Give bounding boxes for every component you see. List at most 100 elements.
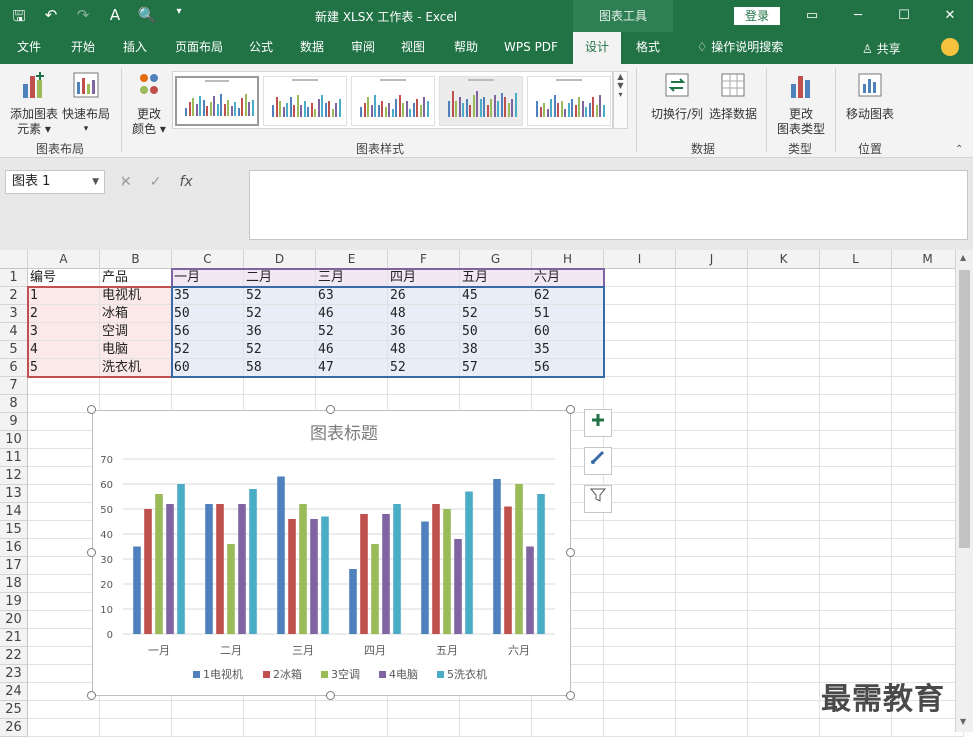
sheet-cell[interactable] — [748, 449, 820, 467]
sheet-cell[interactable] — [820, 539, 892, 557]
row-header[interactable]: 19 — [0, 593, 28, 611]
sheet-cell[interactable] — [172, 719, 244, 737]
sheet-cell[interactable] — [748, 341, 820, 359]
sheet-cell[interactable] — [748, 377, 820, 395]
chart-style-1[interactable] — [175, 76, 259, 126]
sheet-cell[interactable] — [892, 287, 964, 305]
sheet-cell[interactable] — [820, 557, 892, 575]
sheet-cell[interactable] — [820, 521, 892, 539]
sheet-cell[interactable] — [28, 557, 100, 575]
tab-view[interactable]: 视图 — [392, 32, 434, 64]
sheet-cell[interactable] — [604, 485, 676, 503]
column-header[interactable]: E — [316, 250, 388, 269]
sheet-cell[interactable] — [676, 269, 748, 287]
column-header[interactable]: J — [676, 250, 748, 269]
sheet-cell[interactable] — [748, 647, 820, 665]
add-chart-element-button[interactable]: 添加图表 元素 ▾ — [6, 70, 62, 137]
sheet-cell[interactable] — [604, 719, 676, 737]
sheet-cell[interactable] — [892, 377, 964, 395]
sheet-cell[interactable] — [676, 557, 748, 575]
tab-file[interactable]: 文件 — [6, 32, 52, 64]
chart-styles-button[interactable] — [584, 447, 612, 475]
scrollbar-thumb[interactable] — [959, 270, 970, 548]
row-header[interactable]: 2 — [0, 287, 28, 305]
sheet-cell[interactable] — [748, 359, 820, 377]
login-button[interactable]: 登录 — [734, 7, 780, 25]
row-header[interactable]: 23 — [0, 665, 28, 683]
sheet-cell[interactable] — [820, 377, 892, 395]
sheet-cell[interactable] — [748, 665, 820, 683]
vertical-scrollbar[interactable]: ▲ ▼ — [955, 250, 973, 732]
sheet-cell[interactable] — [604, 575, 676, 593]
sheet-cell[interactable] — [892, 305, 964, 323]
sheet-cell[interactable] — [820, 611, 892, 629]
resize-handle[interactable] — [326, 405, 335, 414]
sheet-cell[interactable] — [748, 575, 820, 593]
column-header[interactable]: L — [820, 250, 892, 269]
sheet-cell[interactable] — [892, 557, 964, 575]
sheet-cell[interactable] — [604, 413, 676, 431]
sheet-cell[interactable] — [676, 701, 748, 719]
sheet-cell[interactable] — [820, 503, 892, 521]
sheet-cell[interactable] — [28, 647, 100, 665]
column-header[interactable]: H — [532, 250, 604, 269]
tab-help[interactable]: 帮助 — [444, 32, 488, 64]
sheet-cell[interactable] — [892, 629, 964, 647]
sheet-cell[interactable] — [172, 377, 244, 395]
sheet-cell[interactable] — [28, 377, 100, 395]
sheet-cell[interactable] — [676, 683, 748, 701]
row-header[interactable]: 6 — [0, 359, 28, 377]
row-header[interactable]: 14 — [0, 503, 28, 521]
cancel-icon[interactable]: ✕ — [120, 174, 132, 190]
sheet-cell[interactable] — [748, 485, 820, 503]
gallery-more-icon[interactable]: ▾ — [614, 90, 627, 99]
ribbon-display-icon[interactable]: ▭ — [789, 0, 835, 32]
sheet-cell[interactable] — [316, 377, 388, 395]
sheet-cell[interactable] — [100, 719, 172, 737]
scroll-up-icon[interactable]: ▲ — [614, 72, 627, 81]
minimize-icon[interactable]: ─ — [835, 0, 881, 32]
sheet-cell[interactable] — [820, 575, 892, 593]
sheet-cell[interactable] — [820, 629, 892, 647]
sheet-cell[interactable] — [676, 611, 748, 629]
column-header[interactable]: G — [460, 250, 532, 269]
row-header[interactable]: 13 — [0, 485, 28, 503]
sheet-cell[interactable] — [100, 701, 172, 719]
sheet-cell[interactable] — [28, 719, 100, 737]
sheet-cell[interactable] — [28, 665, 100, 683]
sheet-cell[interactable] — [820, 485, 892, 503]
chart-styles-gallery[interactable] — [172, 71, 613, 129]
sheet-cell[interactable] — [244, 701, 316, 719]
sheet-cell[interactable] — [676, 593, 748, 611]
sheet-cell[interactable] — [604, 467, 676, 485]
sheet-cell[interactable] — [892, 269, 964, 287]
sheet-cell[interactable] — [604, 503, 676, 521]
name-box[interactable]: 图表 1 ▼ — [5, 170, 105, 194]
sheet-cell[interactable] — [604, 431, 676, 449]
sheet-cell[interactable] — [604, 377, 676, 395]
sheet-cell[interactable] — [892, 395, 964, 413]
tab-review[interactable]: 审阅 — [342, 32, 384, 64]
sheet-cell[interactable] — [676, 539, 748, 557]
sheet-cell[interactable] — [604, 269, 676, 287]
close-icon[interactable]: ✕ — [927, 0, 973, 32]
sheet-cell[interactable] — [676, 503, 748, 521]
sheet-cell[interactable] — [676, 323, 748, 341]
save-icon[interactable]: 🖫 — [8, 6, 30, 31]
tab-design[interactable]: 设计 — [573, 32, 621, 64]
sheet-cell[interactable] — [892, 593, 964, 611]
column-header[interactable]: C — [172, 250, 244, 269]
sheet-cell[interactable] — [676, 521, 748, 539]
row-header[interactable]: 24 — [0, 683, 28, 701]
sheet-cell[interactable] — [892, 503, 964, 521]
sheet-cell[interactable] — [676, 449, 748, 467]
sheet-cell[interactable] — [676, 395, 748, 413]
sheet-cell[interactable] — [820, 467, 892, 485]
chart-style-3[interactable] — [351, 76, 435, 126]
sheet-cell[interactable] — [604, 323, 676, 341]
tab-format[interactable]: 格式 — [626, 32, 670, 64]
column-header[interactable]: M — [892, 250, 964, 269]
sheet-cell[interactable] — [28, 449, 100, 467]
column-header[interactable]: A — [28, 250, 100, 269]
sheet-cell[interactable] — [676, 485, 748, 503]
